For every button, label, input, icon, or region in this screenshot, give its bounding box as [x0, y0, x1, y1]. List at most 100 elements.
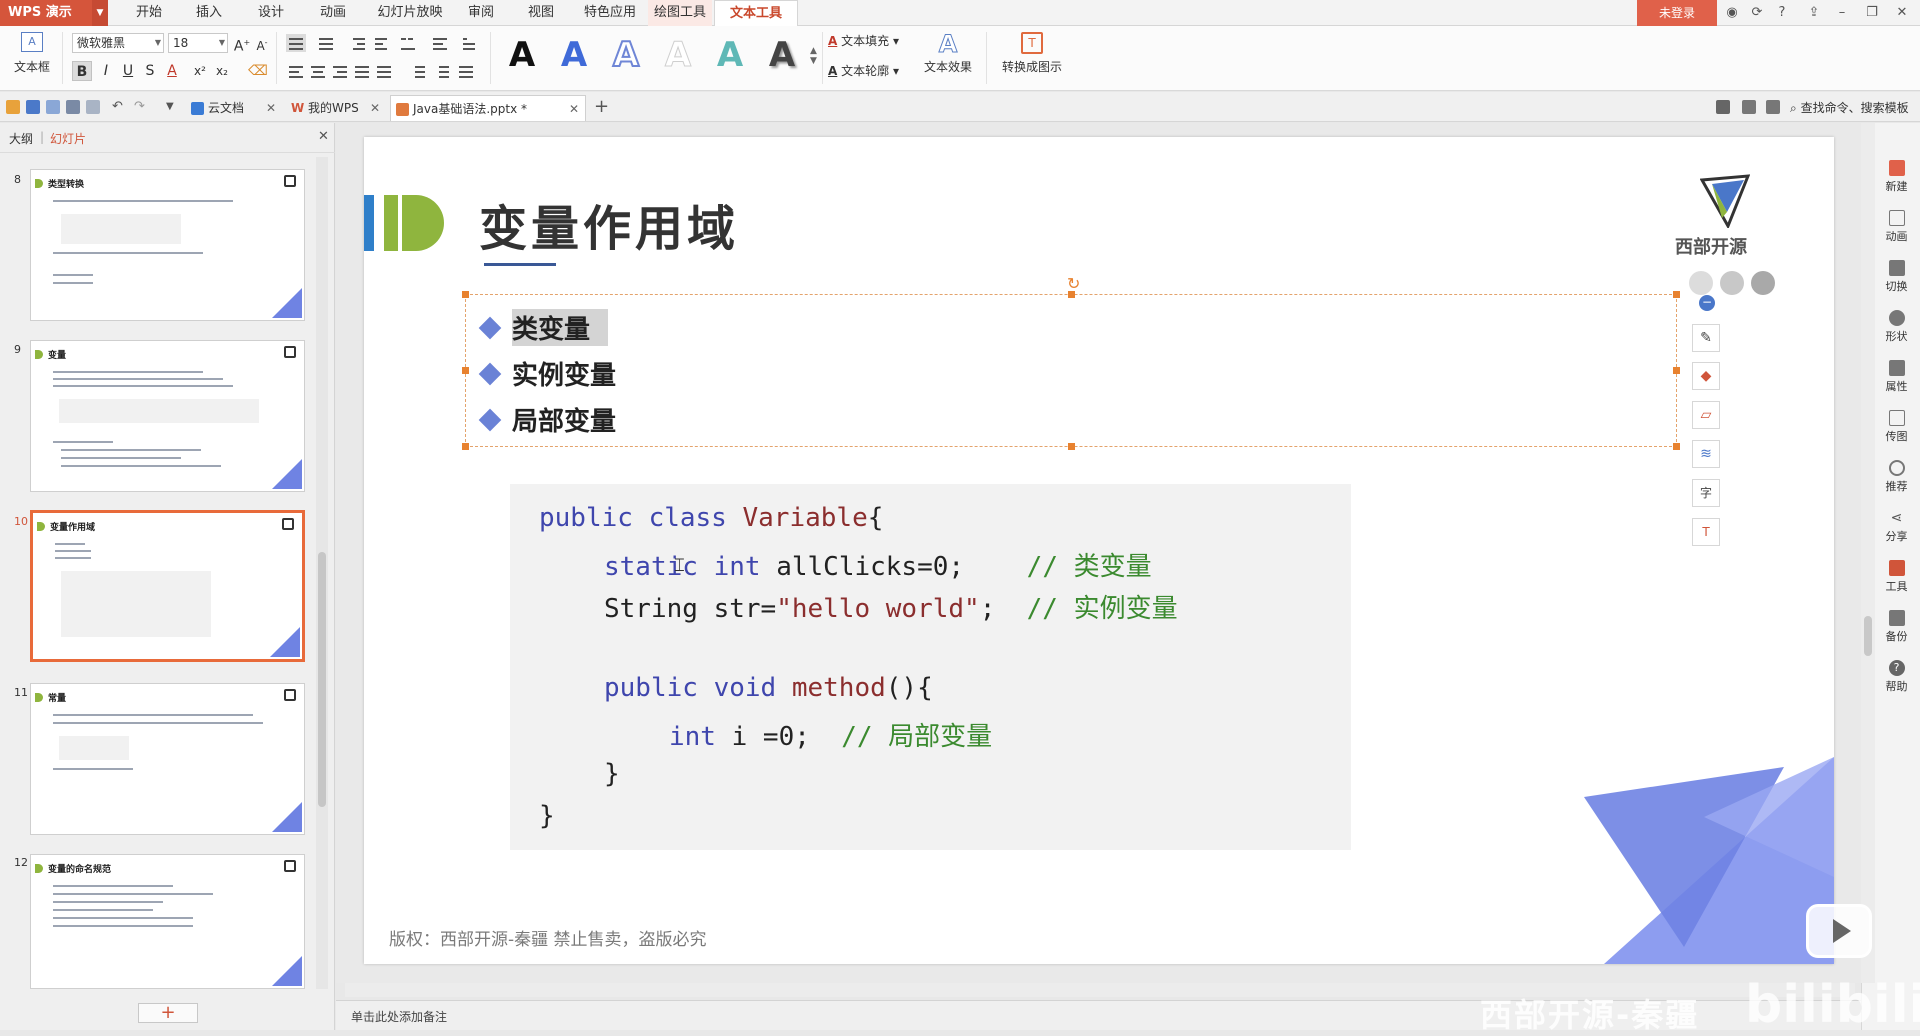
- sync-icon[interactable]: [1766, 100, 1780, 114]
- shadow-button[interactable]: S: [140, 61, 160, 81]
- text-transform-icon[interactable]: T: [1692, 518, 1720, 546]
- skin-icon[interactable]: ◉: [1722, 0, 1742, 26]
- save-icon[interactable]: [26, 100, 40, 114]
- shrink-font-icon[interactable]: A-: [252, 33, 272, 53]
- superscript-icon[interactable]: x²: [190, 61, 210, 81]
- text-direction-icon[interactable]: [460, 34, 480, 52]
- subscript-icon[interactable]: x₂: [212, 61, 232, 81]
- help-icon[interactable]: ?: [1770, 0, 1794, 26]
- close-icon[interactable]: ✕: [1890, 0, 1914, 26]
- slide-thumbnail-10[interactable]: 变量作用域: [30, 510, 305, 662]
- menu-insert[interactable]: 插入: [188, 0, 230, 26]
- minimize-icon[interactable]: –: [1830, 0, 1854, 26]
- wordart-style-4[interactable]: A: [659, 34, 697, 76]
- code-block[interactable]: [510, 484, 1351, 850]
- print-icon[interactable]: [66, 100, 80, 114]
- menu-slideshow[interactable]: 幻灯片放映: [372, 0, 448, 26]
- redo-icon[interactable]: ↷: [134, 100, 148, 114]
- wordart-style-2[interactable]: A: [555, 34, 593, 76]
- slide-canvas[interactable]: 变量作用域 ↻ 类变量 实例变量 局部变量 public class Varia…: [364, 137, 1834, 964]
- restore-icon[interactable]: ❐: [1860, 0, 1884, 26]
- menu-view[interactable]: 视图: [520, 0, 562, 26]
- bullet-item-class-variable[interactable]: 类变量: [512, 309, 609, 346]
- menu-start[interactable]: 开始: [128, 0, 170, 26]
- bold-button[interactable]: B: [72, 61, 92, 81]
- pin-icon[interactable]: [1742, 100, 1756, 114]
- video-play-button[interactable]: [1806, 904, 1872, 958]
- font-color-icon[interactable]: A: [162, 61, 182, 81]
- resize-handle[interactable]: [1673, 367, 1680, 374]
- close-icon[interactable]: ✕: [370, 95, 380, 121]
- align-center-icon[interactable]: [308, 63, 328, 81]
- list-options-icon[interactable]: [456, 63, 476, 81]
- slide-thumbnail-12[interactable]: 变量的命名规范: [30, 854, 305, 989]
- align-text-icon[interactable]: [430, 34, 450, 52]
- tab-slides[interactable]: 幻灯片: [50, 130, 86, 147]
- align-left-icon[interactable]: [286, 63, 306, 81]
- wordart-style-1[interactable]: A: [503, 34, 541, 76]
- scrollbar-thumb[interactable]: [318, 552, 326, 807]
- resize-handle[interactable]: [462, 367, 469, 374]
- textbox-button[interactable]: A 文本框: [10, 32, 54, 82]
- line-spacing-icon[interactable]: [408, 63, 428, 81]
- app-menu-button[interactable]: WPS 演示 ▼: [0, 0, 108, 26]
- edit-shape-icon[interactable]: ✎: [1692, 324, 1720, 352]
- vertical-scrollbar[interactable]: [1861, 123, 1875, 983]
- slide-thumbnail-9[interactable]: 变量: [30, 340, 305, 492]
- undo-icon[interactable]: ↶: [112, 100, 126, 114]
- sidebar-backup[interactable]: 备份: [1873, 610, 1920, 644]
- sidebar-help[interactable]: ? 帮助: [1873, 660, 1920, 694]
- customize-icon[interactable]: ▼: [166, 100, 180, 114]
- chevron-down-icon[interactable]: ▼: [92, 0, 108, 26]
- increase-indent-icon[interactable]: [372, 34, 392, 52]
- search-commands[interactable]: ⌕ 查找命令、搜索模板: [1790, 99, 1909, 116]
- rotate-handle-icon[interactable]: ↻: [1067, 274, 1080, 293]
- text-fill-button[interactable]: A 文本填充 ▾: [828, 32, 916, 49]
- underline-button[interactable]: U: [118, 61, 138, 81]
- resize-handle[interactable]: [1673, 443, 1680, 450]
- bullet-list-icon[interactable]: [286, 34, 306, 52]
- bullet-item-instance-variable[interactable]: 实例变量: [512, 355, 616, 392]
- menu-design[interactable]: 设计: [250, 0, 292, 26]
- text-outline-button[interactable]: A 文本轮廓 ▾: [828, 62, 916, 79]
- convert-to-diagram-button[interactable]: T 转换成图示: [990, 30, 1074, 84]
- resize-handle[interactable]: [1068, 443, 1075, 450]
- distribute-icon[interactable]: [374, 63, 394, 81]
- add-slide-button[interactable]: +: [138, 1003, 198, 1023]
- menu-text-tools[interactable]: 文本工具: [714, 0, 798, 26]
- slide-title[interactable]: 变量作用域: [479, 189, 739, 259]
- italic-button[interactable]: I: [96, 61, 116, 81]
- gallery-more-icon[interactable]: ▲ ▼: [810, 46, 817, 66]
- bullet-item-local-variable[interactable]: 局部变量: [512, 401, 616, 438]
- sidebar-upload-image[interactable]: 传图: [1873, 410, 1920, 444]
- justify-icon[interactable]: [352, 63, 372, 81]
- sidebar-shape[interactable]: 形状: [1873, 310, 1920, 344]
- wordart-style-3[interactable]: A: [607, 34, 645, 76]
- upload-icon[interactable]: ⇪: [1802, 0, 1826, 26]
- login-button[interactable]: 未登录: [1637, 0, 1717, 26]
- numbered-list-icon[interactable]: [316, 34, 336, 52]
- sidebar-tools[interactable]: 工具: [1873, 560, 1920, 594]
- open-icon[interactable]: [6, 100, 20, 114]
- tab-cloud-docs[interactable]: 云文档 ✕: [186, 95, 282, 121]
- sidebar-animation[interactable]: 动画: [1873, 210, 1920, 244]
- clear-format-icon[interactable]: ⌫: [248, 61, 268, 81]
- paragraph-spacing-icon[interactable]: [432, 63, 452, 81]
- new-tab-icon[interactable]: +: [594, 96, 609, 117]
- character-icon[interactable]: 字: [1692, 479, 1720, 507]
- sidebar-recommend[interactable]: 推荐: [1873, 460, 1920, 494]
- collapse-icon[interactable]: −: [1699, 295, 1715, 311]
- layers-icon[interactable]: ≋: [1692, 440, 1720, 468]
- close-icon[interactable]: ✕: [318, 129, 329, 144]
- font-size-select[interactable]: 18 ▼: [168, 33, 228, 53]
- close-icon[interactable]: ✕: [266, 95, 276, 121]
- export-icon[interactable]: [46, 100, 60, 114]
- slide-thumbnail-11[interactable]: 常量: [30, 683, 305, 835]
- font-name-select[interactable]: 微软雅黑 ▼: [72, 33, 164, 53]
- outline-icon[interactable]: ▱: [1692, 401, 1720, 429]
- resize-handle[interactable]: [462, 443, 469, 450]
- grow-font-icon[interactable]: A+: [232, 33, 252, 55]
- sidebar-new[interactable]: 新建: [1873, 160, 1920, 194]
- wordart-style-5[interactable]: A: [711, 34, 749, 76]
- close-icon[interactable]: ✕: [569, 96, 579, 122]
